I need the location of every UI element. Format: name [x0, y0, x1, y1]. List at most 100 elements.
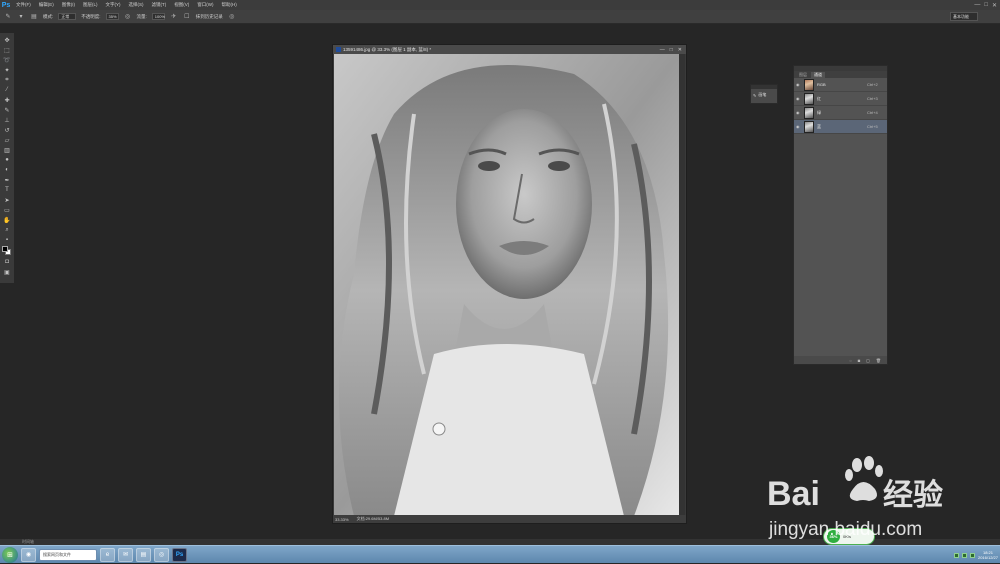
maximize-button[interactable]: □	[984, 2, 988, 8]
chrome-taskbar-icon[interactable]: ◎	[154, 547, 169, 562]
airbrush-icon[interactable]: ✈	[170, 13, 178, 21]
browser-taskbar-icon[interactable]: ◉	[21, 547, 36, 562]
opacity-field[interactable]: 35%	[105, 13, 119, 20]
blur-tool-icon[interactable]: ●	[3, 156, 12, 164]
zoom-tool-icon[interactable]: ⌕	[3, 226, 12, 234]
options-bar: ✎ ▾ ▤ 模式: 正常 不透明度: 35% ◎ 流量: 100% ✈ ☐ 抹到…	[0, 10, 1000, 24]
document-vertical-scrollbar[interactable]	[679, 54, 685, 516]
visibility-eye-icon[interactable]: ◉	[796, 82, 801, 87]
crop-tool-icon[interactable]: ⌗	[3, 76, 12, 84]
tab-channels[interactable]: 通道	[811, 72, 825, 78]
gradient-tool-icon[interactable]: ▥	[3, 146, 12, 154]
timeline-label[interactable]: 时间轴	[0, 539, 34, 544]
document-status-bar: 33.33% 文档:29.6M/53.8M	[333, 515, 686, 523]
zoom-level[interactable]: 33.33%	[335, 517, 349, 522]
channel-thumbnail	[804, 106, 814, 119]
screen-mode-icon[interactable]: ▣	[3, 268, 12, 276]
brush-tool-icon[interactable]: ✎	[3, 106, 12, 114]
path-select-tool-icon[interactable]: ➤	[3, 196, 12, 204]
svg-text:Bai: Bai	[767, 475, 820, 513]
menu-file[interactable]: 文件(F)	[12, 2, 35, 8]
menu-image[interactable]: 图像(I)	[58, 2, 79, 8]
pressure-opacity-icon[interactable]: ◎	[124, 13, 132, 21]
taskbar-search-field[interactable]: 搜索网页和文件	[39, 548, 97, 561]
opacity-label: 不透明度:	[81, 13, 101, 19]
foreground-color-swatch[interactable]	[2, 246, 8, 252]
document-maximize-button[interactable]: □	[670, 47, 673, 53]
tray-network-icon[interactable]	[953, 552, 959, 558]
photoshop-taskbar-icon[interactable]: Ps	[172, 547, 187, 562]
visibility-eye-icon[interactable]: ◉	[796, 124, 801, 129]
history-brush-tool-icon[interactable]: ✎	[4, 13, 12, 21]
visibility-eye-icon[interactable]: ◉	[796, 110, 801, 115]
load-selection-icon[interactable]: ◌	[849, 358, 851, 363]
pen-tool-icon[interactable]: ✒	[3, 176, 12, 184]
channel-row-rgb[interactable]: ◉ RGB Ctrl+2	[794, 78, 887, 92]
ie-taskbar-icon[interactable]: e	[100, 547, 115, 562]
tray-volume-icon[interactable]	[961, 552, 967, 558]
menu-help[interactable]: 帮助(H)	[218, 2, 241, 8]
document-tab[interactable]: 13591486.jpg @ 33.3% (图层 1 副本, 蓝/8) *	[333, 45, 686, 54]
system-tray: 18:21 2016/12/27	[953, 546, 998, 564]
folder-taskbar-icon[interactable]: ▤	[136, 547, 151, 562]
history-mini-panel: ✎ 画笔	[750, 84, 778, 104]
new-channel-icon[interactable]: ▢	[866, 358, 870, 363]
wechat-taskbar-icon[interactable]: ✉	[118, 547, 133, 562]
color-swatches[interactable]	[2, 246, 12, 256]
dodge-tool-icon[interactable]: ◐	[3, 166, 12, 174]
document-size[interactable]: 文档:29.6M/53.8M	[357, 516, 389, 522]
menu-type[interactable]: 文字(Y)	[102, 2, 125, 8]
channel-thumbnail	[804, 120, 814, 133]
marquee-tool-icon[interactable]: ⬚	[3, 46, 12, 54]
channels-panel: 图层 通道 ◉ RGB Ctrl+2 ◉ 红 Ctrl+3 ◉ 绿 Ctrl+4…	[793, 65, 888, 365]
channel-row-blue[interactable]: ◉ 蓝 Ctrl+5	[794, 120, 887, 134]
close-button[interactable]: ✕	[992, 2, 997, 9]
move-tool-icon[interactable]: ✥	[3, 36, 12, 44]
menu-filter[interactable]: 滤镜(T)	[148, 2, 171, 8]
default-colors-icon[interactable]: ▪	[3, 236, 12, 244]
quick-mask-icon[interactable]: ◘	[3, 258, 12, 266]
tray-security-icon[interactable]	[969, 552, 975, 558]
quick-select-tool-icon[interactable]: ✦	[3, 66, 12, 74]
shape-tool-icon[interactable]: ▭	[3, 206, 12, 214]
document-minimize-button[interactable]: —	[660, 47, 665, 53]
menu-select[interactable]: 选择(S)	[125, 2, 148, 8]
menu-view[interactable]: 视图(V)	[170, 2, 193, 8]
healing-brush-tool-icon[interactable]: ✚	[3, 96, 12, 104]
menu-window[interactable]: 窗口(W)	[193, 2, 217, 8]
eyedropper-tool-icon[interactable]: ⁄	[3, 86, 12, 94]
history-mini-label[interactable]: 画笔	[758, 92, 766, 98]
hand-tool-icon[interactable]: ✋	[3, 216, 12, 224]
workspace-select[interactable]: 基本功能	[950, 12, 978, 21]
history-brush-tool-icon[interactable]: ↺	[3, 126, 12, 134]
channel-row-red[interactable]: ◉ 红 Ctrl+3	[794, 92, 887, 106]
panel-footer: ◌ ◙ ▢ 🗑	[794, 356, 887, 364]
save-selection-icon[interactable]: ◙	[858, 358, 860, 363]
system-clock[interactable]: 18:21 2016/12/27	[978, 550, 998, 560]
channel-row-green[interactable]: ◉ 绿 Ctrl+4	[794, 106, 887, 120]
menu-edit[interactable]: 编辑(E)	[35, 2, 58, 8]
menu-layer[interactable]: 图层(L)	[79, 2, 102, 8]
panel-tabs: 图层 通道	[794, 71, 887, 78]
document-close-button[interactable]: ✕	[678, 47, 682, 53]
tab-layers[interactable]: 图层	[796, 72, 810, 78]
eraser-tool-icon[interactable]: ▱	[3, 136, 12, 144]
flow-field[interactable]: 100%	[151, 13, 165, 20]
brush-panel-toggle-icon[interactable]: ▤	[30, 13, 38, 21]
tools-panel: ✥ ⬚ ➰ ✦ ⌗ ⁄ ✚ ✎ ⊥ ↺ ▱ ▥ ● ◐ ✒ T ➤ ▭ ✋ ⌕ …	[0, 33, 14, 283]
history-checkbox[interactable]: ☐	[183, 13, 191, 21]
document-window: 13591486.jpg @ 33.3% (图层 1 副本, 蓝/8) * — …	[332, 44, 687, 524]
lasso-tool-icon[interactable]: ➰	[3, 56, 12, 64]
type-tool-icon[interactable]: T	[3, 186, 12, 194]
minimize-button[interactable]: —	[974, 2, 980, 8]
brush-preset-picker-icon[interactable]: ▾	[17, 13, 25, 21]
start-button[interactable]: ⊞	[2, 546, 18, 563]
delete-channel-icon[interactable]: 🗑	[876, 358, 881, 363]
clone-stamp-tool-icon[interactable]: ⊥	[3, 116, 12, 124]
pressure-size-icon[interactable]: ◎	[228, 13, 236, 21]
visibility-eye-icon[interactable]: ◉	[796, 96, 801, 101]
mode-select[interactable]: 正常	[58, 13, 77, 20]
image-canvas[interactable]	[334, 54, 680, 516]
window-controls: — □ ✕	[974, 0, 997, 10]
history-brush-icon[interactable]: ✎	[753, 93, 756, 98]
